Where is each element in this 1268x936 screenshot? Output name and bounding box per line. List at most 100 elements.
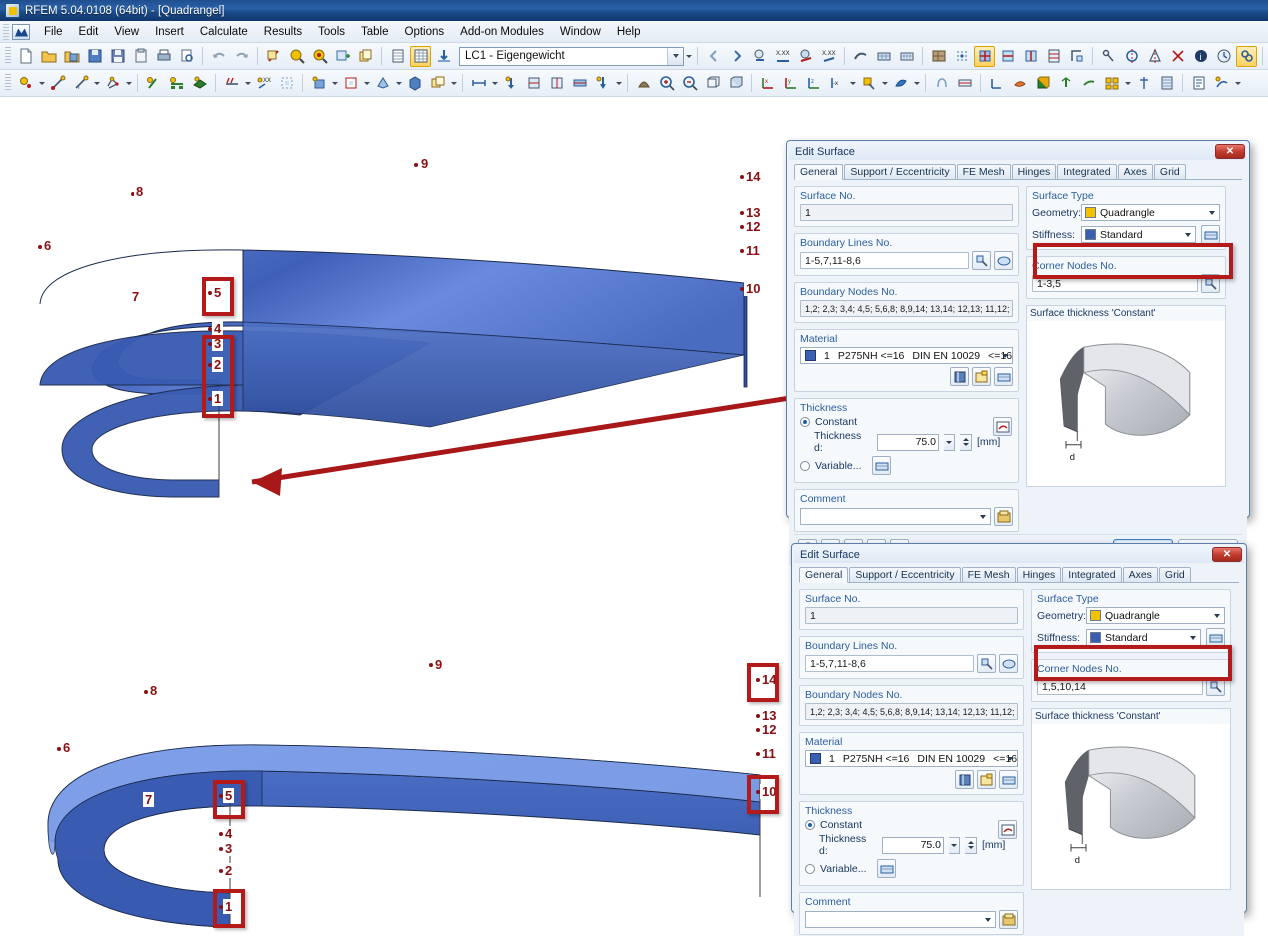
comment-input-2[interactable]: [805, 911, 996, 928]
variable-radio-row-2[interactable]: Variable...: [805, 859, 1018, 878]
polyline-icon[interactable]: [102, 73, 123, 94]
menu-item-calculate[interactable]: Calculate: [192, 23, 256, 41]
line-measure-icon[interactable]: I: [70, 73, 91, 94]
filter-icon[interactable]: [1078, 73, 1099, 94]
table-icon[interactable]: [387, 46, 408, 67]
polyline-dropdown-arrow[interactable]: [124, 73, 133, 94]
boundary-nodes-input[interactable]: 1,2; 2,3; 3,4; 4,5; 5,6,8; 8,9,14; 13,14…: [800, 300, 1013, 317]
load-line-dropdown-arrow[interactable]: [243, 73, 252, 94]
render-icon[interactable]: [850, 46, 871, 67]
copy-icon[interactable]: [355, 46, 376, 67]
thickness-input[interactable]: 75.0: [877, 433, 939, 451]
menu-item-options[interactable]: Options: [397, 23, 453, 41]
load-xx-icon[interactable]: XX: [253, 73, 274, 94]
save-project-icon[interactable]: [84, 46, 105, 67]
axes-icon[interactable]: [986, 73, 1007, 94]
pick-corner-nodes-icon[interactable]: [1201, 274, 1220, 293]
chevron-down-icon[interactable]: [1181, 227, 1195, 242]
cut-icon[interactable]: [372, 73, 393, 94]
view-dropdown-arrow[interactable]: [848, 73, 857, 94]
node-icon[interactable]: [15, 73, 36, 94]
group-dropdown-arrow[interactable]: [449, 73, 458, 94]
menu-item-results[interactable]: Results: [256, 23, 310, 41]
corner-nodes-input-2[interactable]: 1,5,10,14: [1037, 678, 1203, 695]
variable-radio-2[interactable]: [805, 863, 815, 874]
menu-item-edit[interactable]: Edit: [71, 23, 107, 41]
load-drop-icon[interactable]: [592, 73, 613, 94]
guide-icon[interactable]: [1066, 46, 1087, 67]
fe-mesh-icon[interactable]: [928, 46, 949, 67]
windows-dropdown-arrow[interactable]: [1123, 73, 1132, 94]
surface-no-input[interactable]: 1: [800, 204, 1013, 221]
thickness-preview-icon-2[interactable]: [998, 820, 1017, 839]
clipboard-icon[interactable]: [130, 46, 151, 67]
stiffness-settings-icon-2[interactable]: [1206, 628, 1225, 647]
material-combo-2[interactable]: 1 P275NH <=16 DIN EN 10029 <=16: [805, 750, 1018, 767]
material-library-icon-2[interactable]: [955, 770, 974, 789]
menu-item-view[interactable]: View: [106, 23, 147, 41]
tab-axes-2[interactable]: Axes: [1122, 567, 1158, 582]
material-library-icon[interactable]: [950, 367, 969, 386]
view-result-icon[interactable]: [795, 46, 816, 67]
support-icon[interactable]: [166, 73, 187, 94]
mesh-icon[interactable]: [873, 46, 894, 67]
tab-integrated-2[interactable]: Integrated: [1062, 567, 1122, 582]
load-line-icon[interactable]: [221, 73, 242, 94]
menu-item-window[interactable]: Window: [552, 23, 609, 41]
load-case-combo[interactable]: LC1 - Eigengewicht: [459, 46, 684, 66]
boundary-lines-input-2[interactable]: 1-5,7,11-8,6: [805, 655, 974, 672]
zoom-out-icon[interactable]: [679, 73, 700, 94]
thickness-stepper-2[interactable]: [965, 836, 977, 854]
menu-item-tools[interactable]: Tools: [310, 23, 353, 41]
tab-grid-2[interactable]: Grid: [1158, 567, 1191, 582]
node-support-icon[interactable]: [500, 73, 521, 94]
tab-general[interactable]: General: [794, 164, 844, 180]
constant-radio-row-2[interactable]: Constant: [805, 819, 1018, 831]
chevron-down-icon[interactable]: [1210, 608, 1224, 623]
thickness-preview-icon[interactable]: [993, 417, 1012, 436]
edit-lines-icon-2[interactable]: [999, 654, 1018, 673]
menu-item-file[interactable]: File: [36, 23, 71, 41]
chevron-down-icon[interactable]: [1186, 630, 1200, 645]
xx-scale-icon[interactable]: X.XX: [772, 46, 793, 67]
color-scale-icon[interactable]: [1009, 73, 1030, 94]
dim-icon[interactable]: [1133, 73, 1154, 94]
view-z-icon[interactable]: z: [803, 73, 824, 94]
wizard-icon[interactable]: [1211, 73, 1232, 94]
pick-lines-icon[interactable]: [972, 251, 991, 270]
menu-item-addon-modules[interactable]: Add-on Modules: [452, 23, 552, 41]
model-icon[interactable]: [633, 73, 654, 94]
thickness-stepper[interactable]: [960, 433, 972, 451]
tab-hinges-2[interactable]: Hinges: [1016, 567, 1062, 582]
wire-cube-icon[interactable]: [702, 73, 723, 94]
opening-dropdown-arrow[interactable]: [362, 73, 371, 94]
edit-surface-dialog-1[interactable]: Edit Surface ✕ General Support / Eccentr…: [786, 140, 1250, 565]
table-grid-icon[interactable]: [410, 45, 431, 67]
opening-icon[interactable]: [340, 73, 361, 94]
comment-input[interactable]: [800, 508, 991, 525]
thickness-input-2[interactable]: 75.0: [882, 836, 944, 854]
release2-icon[interactable]: [546, 73, 567, 94]
dimension-dropdown-arrow[interactable]: [490, 73, 499, 94]
chevron-down-icon[interactable]: [667, 47, 683, 65]
material-new-icon-2[interactable]: [977, 770, 996, 789]
material-edit-icon-2[interactable]: [999, 770, 1018, 789]
constant-radio-row[interactable]: Constant: [800, 416, 1013, 428]
mesh2-icon[interactable]: [896, 46, 917, 67]
surface-icon[interactable]: [189, 73, 210, 94]
table-view-icon[interactable]: [1156, 73, 1177, 94]
tab-hinges[interactable]: Hinges: [1011, 164, 1057, 179]
tab-support-eccentricity[interactable]: Support / Eccentricity: [844, 164, 956, 179]
xx-scale2-icon[interactable]: X.XX: [818, 46, 839, 67]
pick-corner-nodes-icon-2[interactable]: [1206, 677, 1225, 696]
variable-settings-icon[interactable]: [872, 456, 891, 475]
tab-general-2[interactable]: General: [799, 567, 849, 583]
open-project-icon[interactable]: [61, 46, 82, 67]
stiffness-combo-2[interactable]: Standard: [1086, 629, 1201, 646]
wizard-dropdown-arrow[interactable]: [1233, 73, 1242, 94]
cross-snap-icon[interactable]: [1167, 46, 1188, 67]
solid-dropdown-arrow[interactable]: [330, 73, 339, 94]
surface-no-input-2[interactable]: 1: [805, 607, 1018, 624]
print-icon[interactable]: [153, 46, 174, 67]
toolbar-grip-2[interactable]: [5, 74, 11, 92]
